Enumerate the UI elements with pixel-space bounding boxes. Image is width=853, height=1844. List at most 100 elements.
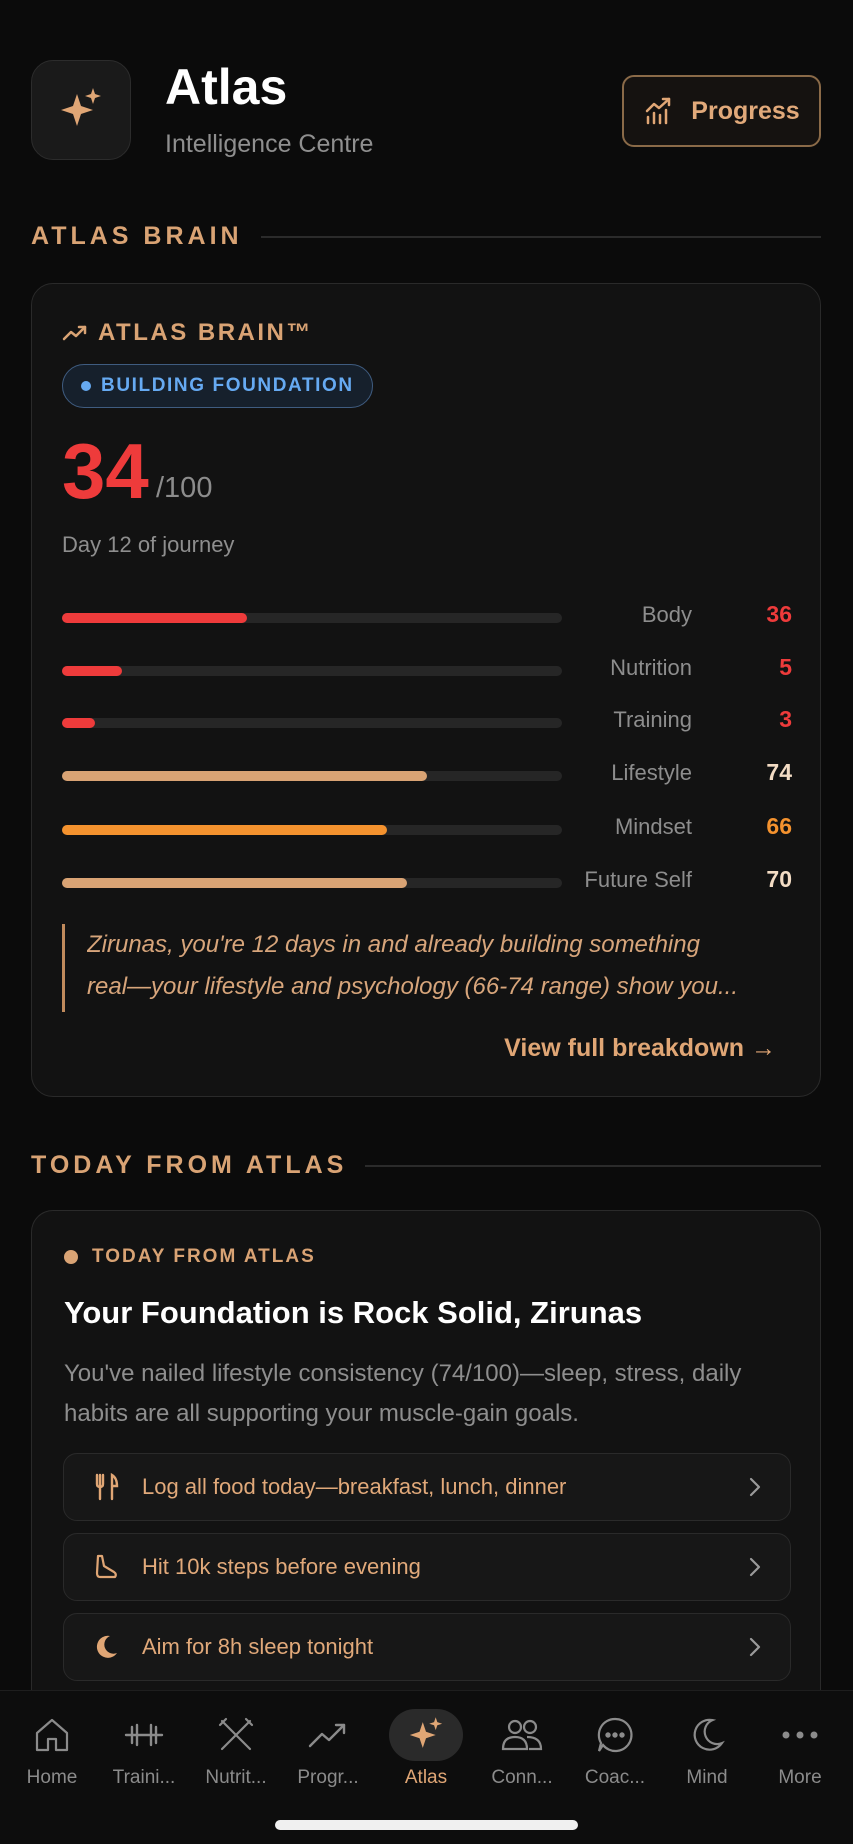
metric-label: Future Self [584,867,692,892]
metric-bar-track [62,825,562,835]
chevron-right-icon [748,1636,762,1658]
metric-bar-track [62,666,562,676]
metric-label: Mindset [614,814,692,839]
metric-value: 70 [766,866,792,892]
today-card: TODAY FROM ATLAS Your Foundation is Rock… [31,1210,821,1730]
status-badge-text: BUILDING FOUNDATION [101,375,354,396]
action-sleep[interactable]: Aim for 8h sleep tonight [63,1613,791,1681]
section-header-brain: ATLAS BRAIN [31,222,821,251]
nav-item-home[interactable]: Home [6,1709,98,1789]
dumbbell-icon [114,1709,174,1761]
metric-bar-track [62,613,562,623]
section-divider [365,1164,821,1167]
view-full-breakdown-link[interactable]: View full breakdown → [504,1034,776,1063]
metric-bar-fill [62,771,427,781]
action-log-food[interactable]: Log all food today—breakfast, lunch, din… [63,1453,791,1521]
atlas-brain-card: ATLAS BRAIN™ BUILDING FOUNDATION 34 /100… [31,283,821,1097]
metric-value: 3 [779,706,792,732]
progress-button-label: Progress [691,96,800,125]
nav-item-mind[interactable]: Mind [661,1709,753,1789]
today-dot [64,1250,78,1264]
action-steps[interactable]: Hit 10k steps before evening [63,1533,791,1601]
metric-row: Body 36 [62,601,792,632]
home-icon [22,1709,82,1761]
quote-line: real—your lifestyle and psychology (66-7… [87,973,738,1000]
metric-row: Lifestyle 74 [62,759,792,790]
today-tag-text: TODAY FROM ATLAS [92,1246,316,1267]
brain-summary-quote: Zirunas, you're 12 days in and already b… [62,924,792,1012]
today-body: You've nailed lifestyle consistency (74/… [64,1360,742,1427]
progress-button[interactable]: Progress [622,75,821,147]
nav-label: Progr... [297,1767,359,1788]
metric-label: Training [613,707,692,732]
metric-label: Nutrition [610,655,692,680]
metric-value: 5 [779,654,792,680]
metric-row: Training 3 [62,706,792,737]
action-label: Hit 10k steps before evening [142,1554,421,1579]
nav-item-coach[interactable]: Coac... [569,1709,661,1789]
footprint-icon [86,1552,126,1582]
nav-label: Conn... [491,1767,553,1788]
metric-bar-fill [62,613,247,623]
chart-trend-icon [646,97,671,125]
action-label: Log all food today—breakfast, lunch, din… [142,1474,567,1499]
fork-knife-icon [86,1472,126,1502]
metric-row: Future Self 70 [62,866,792,897]
chat-icon [585,1709,645,1761]
chevron-right-icon [748,1556,762,1578]
metric-value: 74 [766,759,792,785]
nav-label: Atlas [404,1767,448,1788]
brain-score: 34 [62,427,149,515]
metric-bar-fill [62,825,387,835]
nav-item-nutrition[interactable]: Nutrit... [190,1709,282,1789]
section-label: ATLAS BRAIN [31,222,243,250]
nav-label: Nutrit... [205,1767,267,1788]
nav-item-progress[interactable]: Progr... [282,1709,374,1789]
metric-bar-track [62,771,562,781]
chevron-right-icon [748,1476,762,1498]
metric-bar-fill [62,718,95,728]
brain-card-title: ATLAS BRAIN™ [62,319,313,347]
people-icon [492,1709,552,1761]
status-dot [81,381,91,391]
more-icon [770,1709,830,1761]
metric-bar-track [62,878,562,888]
nav-item-connect[interactable]: Conn... [476,1709,568,1789]
trend-icon [298,1709,358,1761]
action-label: Aim for 8h sleep tonight [142,1634,374,1659]
atlas-screen: Atlas Intelligence Centre Progress ATLAS… [0,0,853,1844]
nav-label: Mind [686,1767,728,1788]
nav-item-more[interactable]: More [754,1709,846,1789]
brain-score-max: /100 [156,472,213,504]
status-badge: BUILDING FOUNDATION [62,364,373,408]
today-headline: Your Foundation is Rock Solid, Zirunas [64,1295,643,1330]
nav-label: Coac... [584,1767,646,1788]
app-title: Atlas [165,59,288,115]
sparkle-icon [61,88,101,126]
fork-knife-icon [206,1709,266,1761]
home-indicator [275,1820,578,1830]
moon-icon [677,1709,737,1761]
sparkle-icon [389,1709,463,1761]
section-header-today: TODAY FROM ATLAS [31,1151,821,1180]
nav-label: More [778,1767,822,1788]
metric-label: Lifestyle [611,760,692,785]
nav-item-atlas[interactable]: Atlas [380,1709,472,1789]
nav-item-training[interactable]: Traini... [98,1709,190,1789]
section-divider [260,235,821,238]
metric-bar-fill [62,666,122,676]
metric-value: 66 [766,813,792,839]
metric-row: Nutrition 5 [62,654,792,685]
today-tag: TODAY FROM ATLAS [64,1246,316,1268]
section-label: TODAY FROM ATLAS [31,1151,348,1179]
metric-bar-fill [62,878,407,888]
metric-value: 36 [766,601,792,627]
nav-label: Home [26,1767,78,1788]
app-icon [31,60,131,160]
brain-title-text: ATLAS BRAIN™ [98,319,313,346]
journey-day: Day 12 of journey [62,532,235,557]
app-subtitle: Intelligence Centre [165,130,374,158]
nav-label: Traini... [112,1767,176,1788]
moon-icon [86,1633,126,1661]
metric-bar-track [62,718,562,728]
